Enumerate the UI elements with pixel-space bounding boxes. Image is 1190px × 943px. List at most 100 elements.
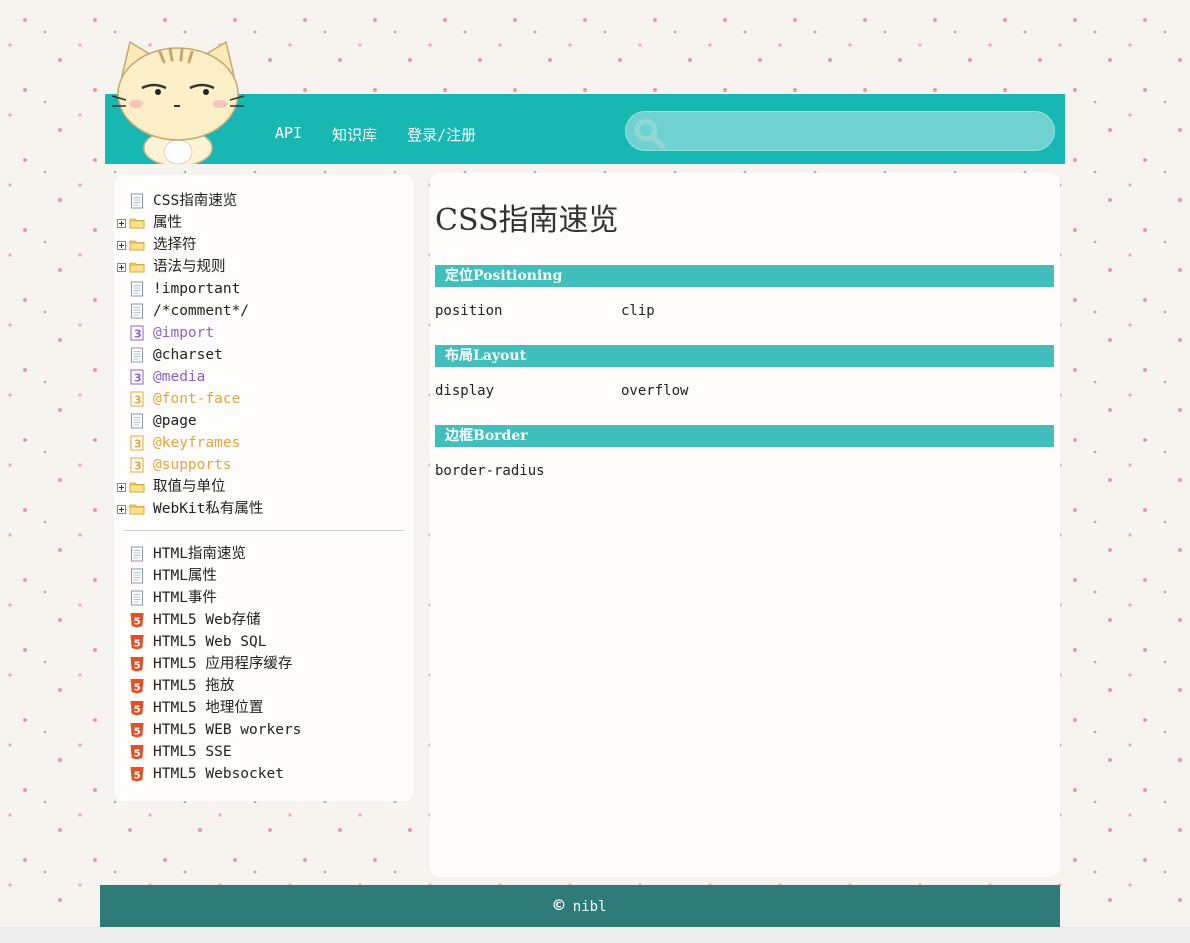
sidebar-html-item[interactable]: 5 HTML5 应用程序缓存 (114, 653, 414, 675)
sidebar-css-item[interactable]: 属性 (114, 212, 414, 234)
sidebar-item-label: 语法与规则 (153, 259, 226, 275)
css3-purple-icon: 3 (129, 325, 145, 341)
sidebar-css-item[interactable]: /*comment*/ (114, 300, 414, 322)
sidebar-css-item[interactable]: WebKit私有属性 (114, 498, 414, 520)
sidebar-css-item[interactable]: !important (114, 278, 414, 300)
sidebar-item-label: 选择符 (153, 237, 197, 253)
section-heading-border: 边框Border (435, 425, 1054, 447)
html5-icon: 5 (129, 678, 145, 694)
sidebar-html-item[interactable]: 5 HTML5 地理位置 (114, 697, 414, 719)
expand-toggle-icon[interactable] (117, 505, 126, 514)
sidebar-item-label: /*comment*/ (153, 303, 250, 319)
html5-icon: 5 (129, 744, 145, 760)
section-links-border: border-radius (435, 463, 1054, 481)
svg-text:3: 3 (134, 328, 142, 341)
sidebar-html-item[interactable]: HTML指南速览 (114, 543, 414, 565)
sidebar-html-item[interactable]: 5 HTML5 Web存储 (114, 609, 414, 631)
svg-text:5: 5 (134, 771, 141, 782)
sidebar-item-label: HTML5 Websocket (153, 766, 284, 782)
doc-icon (129, 303, 145, 319)
sidebar-item-label: @font-face (153, 391, 241, 407)
expand-toggle-icon[interactable] (117, 483, 126, 492)
css3-orange-icon: 3 (129, 457, 145, 473)
doc-icon (129, 546, 145, 562)
sidebar-html-item[interactable]: HTML属性 (114, 565, 414, 587)
html5-icon: 5 (129, 634, 145, 650)
sidebar-css-item[interactable]: 3 @supports (114, 454, 414, 476)
link-overflow[interactable]: overflow (621, 383, 807, 401)
svg-text:5: 5 (134, 683, 141, 694)
folder-icon (129, 237, 145, 253)
sidebar-nav-tree: CSS指南速览 属性 选择符 语法与规则 !important /*comment*/ 3 @… (114, 175, 414, 801)
sidebar-css-item[interactable]: 3 @media (114, 366, 414, 388)
sidebar-item-label: HTML5 WEB workers (153, 722, 302, 738)
nav-knowledge-base[interactable]: 知识库 (332, 124, 377, 145)
svg-text:5: 5 (134, 661, 141, 672)
folder-icon (129, 479, 145, 495)
sidebar-css-item[interactable]: 语法与规则 (114, 256, 414, 278)
sidebar-item-label: HTML5 Web SQL (153, 634, 267, 650)
footer-text: nibl (572, 899, 607, 915)
doc-icon (129, 568, 145, 584)
sidebar-item-label: CSS指南速览 (153, 193, 238, 209)
section-links-positioning: position clip (435, 303, 1054, 321)
sidebar-css-item[interactable]: CSS指南速览 (114, 190, 414, 212)
nav-api[interactable]: API (275, 124, 302, 145)
sidebar-html-item[interactable]: HTML事件 (114, 587, 414, 609)
folder-icon (129, 215, 145, 231)
doc-icon (129, 193, 145, 209)
copyright-icon: © (553, 895, 565, 916)
css3-orange-icon: 3 (129, 435, 145, 451)
sidebar-item-label: @media (153, 369, 206, 385)
section-heading-positioning: 定位Positioning (435, 265, 1054, 287)
sidebar-css-item[interactable]: 3 @import (114, 322, 414, 344)
link-border-radius[interactable]: border-radius (435, 463, 621, 481)
html5-icon: 5 (129, 656, 145, 672)
link-clip[interactable]: clip (621, 303, 807, 321)
sidebar-item-label: HTML指南速览 (153, 546, 246, 562)
sidebar-html-item[interactable]: 5 HTML5 Web SQL (114, 631, 414, 653)
sidebar-item-label: @keyframes (153, 435, 241, 451)
expand-toggle-icon[interactable] (117, 263, 126, 272)
link-display[interactable]: display (435, 383, 621, 401)
section-heading-layout: 布局Layout (435, 345, 1054, 367)
expand-toggle-icon[interactable] (117, 219, 126, 228)
svg-text:5: 5 (134, 617, 141, 628)
html5-icon: 5 (129, 700, 145, 716)
sidebar-html-item[interactable]: 5 HTML5 SSE (114, 741, 414, 763)
sidebar-item-label: WebKit私有属性 (153, 501, 264, 517)
svg-text:3: 3 (134, 460, 142, 473)
sidebar-item-label: @page (153, 413, 197, 429)
main-content: CSS指南速览 定位Positioning position clip 布局La… (430, 173, 1060, 877)
html5-icon: 5 (129, 766, 145, 782)
css-tree: CSS指南速览 属性 选择符 语法与规则 !important /*comment*/ 3 @… (114, 190, 414, 520)
sidebar-item-label: @import (153, 325, 215, 341)
doc-icon (129, 413, 145, 429)
sidebar-css-item[interactable]: @charset (114, 344, 414, 366)
sidebar-css-item[interactable]: 3 @keyframes (114, 432, 414, 454)
sidebar-html-item[interactable]: 5 HTML5 拖放 (114, 675, 414, 697)
sidebar-css-item[interactable]: 取值与单位 (114, 476, 414, 498)
sidebar-html-item[interactable]: 5 HTML5 WEB workers (114, 719, 414, 741)
doc-icon (129, 590, 145, 606)
sidebar-css-item[interactable]: @page (114, 410, 414, 432)
svg-text:5: 5 (134, 705, 141, 716)
search-input[interactable] (670, 116, 1046, 146)
search-box[interactable] (625, 111, 1055, 151)
link-position[interactable]: position (435, 303, 621, 321)
sidebar-css-item[interactable]: 3 @font-face (114, 388, 414, 410)
nav-login-register[interactable]: 登录/注册 (407, 124, 476, 145)
sidebar-html-item[interactable]: 5 HTML5 Websocket (114, 763, 414, 785)
html-tree: HTML指南速览 HTML属性 HTML事件 5 HTML5 Web存储 5 HTML5 W… (114, 543, 414, 785)
section-links-layout: display overflow (435, 383, 1054, 401)
expand-toggle-icon[interactable] (117, 241, 126, 250)
bottom-strip (0, 927, 1190, 943)
search-icon[interactable] (632, 116, 666, 150)
site-footer: © nibl (100, 885, 1060, 927)
sidebar-item-label: !important (153, 281, 241, 297)
site-header: API 知识库 登录/注册 (105, 94, 1065, 164)
sidebar-item-label: HTML属性 (153, 568, 217, 584)
sidebar-css-item[interactable]: 选择符 (114, 234, 414, 256)
folder-icon (129, 259, 145, 275)
html5-icon: 5 (129, 612, 145, 628)
